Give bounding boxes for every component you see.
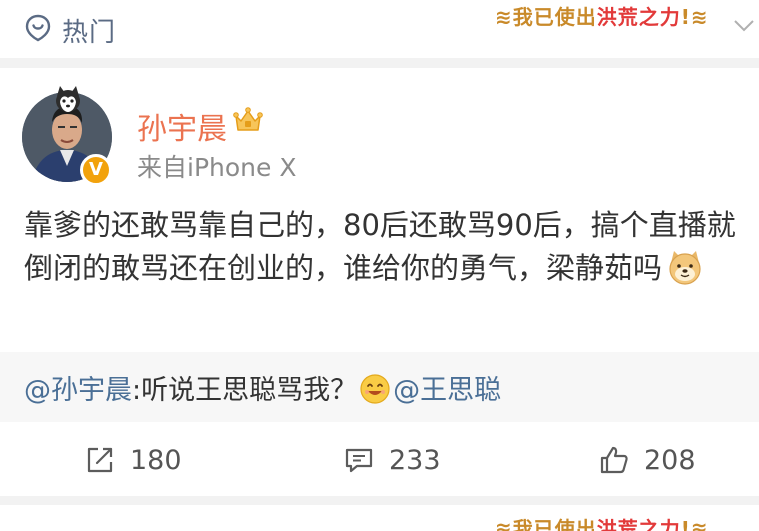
- crown-icon: [233, 107, 263, 131]
- location-pin-icon: [25, 14, 51, 42]
- comment-button[interactable]: 233: [343, 440, 441, 480]
- smile-emoji-icon: [360, 374, 390, 404]
- repost-icon: [87, 447, 113, 473]
- repost-button[interactable]: 180: [84, 440, 182, 480]
- husky-badge-icon: [56, 86, 80, 112]
- mention-target-link[interactable]: @王思聪: [393, 375, 501, 406]
- quote-text: @孙宇晨:听说王思聪骂我？ @王思聪: [24, 368, 501, 407]
- quoted-post[interactable]: @孙宇晨:听说王思聪骂我？ @王思聪: [0, 352, 759, 422]
- author-name[interactable]: 孙宇晨: [137, 104, 227, 148]
- post-source: 来自iPhone X: [137, 153, 297, 182]
- mention-author-link[interactable]: @孙宇晨: [24, 375, 132, 406]
- next-post-card: ≋我已使出洪荒之力!≋: [0, 505, 759, 531]
- slogan-banner-next: ≋我已使出洪荒之力!≋: [495, 517, 709, 531]
- thumbs-up-icon: [600, 446, 628, 474]
- comment-count: 233: [389, 444, 441, 476]
- like-button[interactable]: 208: [598, 440, 696, 480]
- repost-count: 180: [130, 444, 182, 476]
- quote-body: :听说王思聪骂我？: [132, 375, 358, 406]
- like-count: 208: [644, 444, 696, 476]
- action-bar: 180 233 208: [0, 430, 759, 492]
- doge-emoji-icon: [669, 251, 701, 285]
- chevron-down-icon[interactable]: [733, 18, 755, 34]
- hot-tab-label[interactable]: 热门: [62, 12, 116, 49]
- verified-badge: V: [80, 154, 112, 186]
- top-header: 热门 ≋我已使出洪荒之力!≋: [0, 0, 759, 58]
- comment-icon: [345, 448, 373, 473]
- post-text: 靠爹的还敢骂靠自己的，80后还敢骂90后，搞个直播就倒闭的敢骂还在创业的，谁给你…: [24, 208, 736, 285]
- post-body: 靠爹的还敢骂靠自己的，80后还敢骂90后，搞个直播就倒闭的敢骂还在创业的，谁给你…: [24, 204, 744, 290]
- slogan-banner: ≋我已使出洪荒之力!≋: [495, 5, 709, 29]
